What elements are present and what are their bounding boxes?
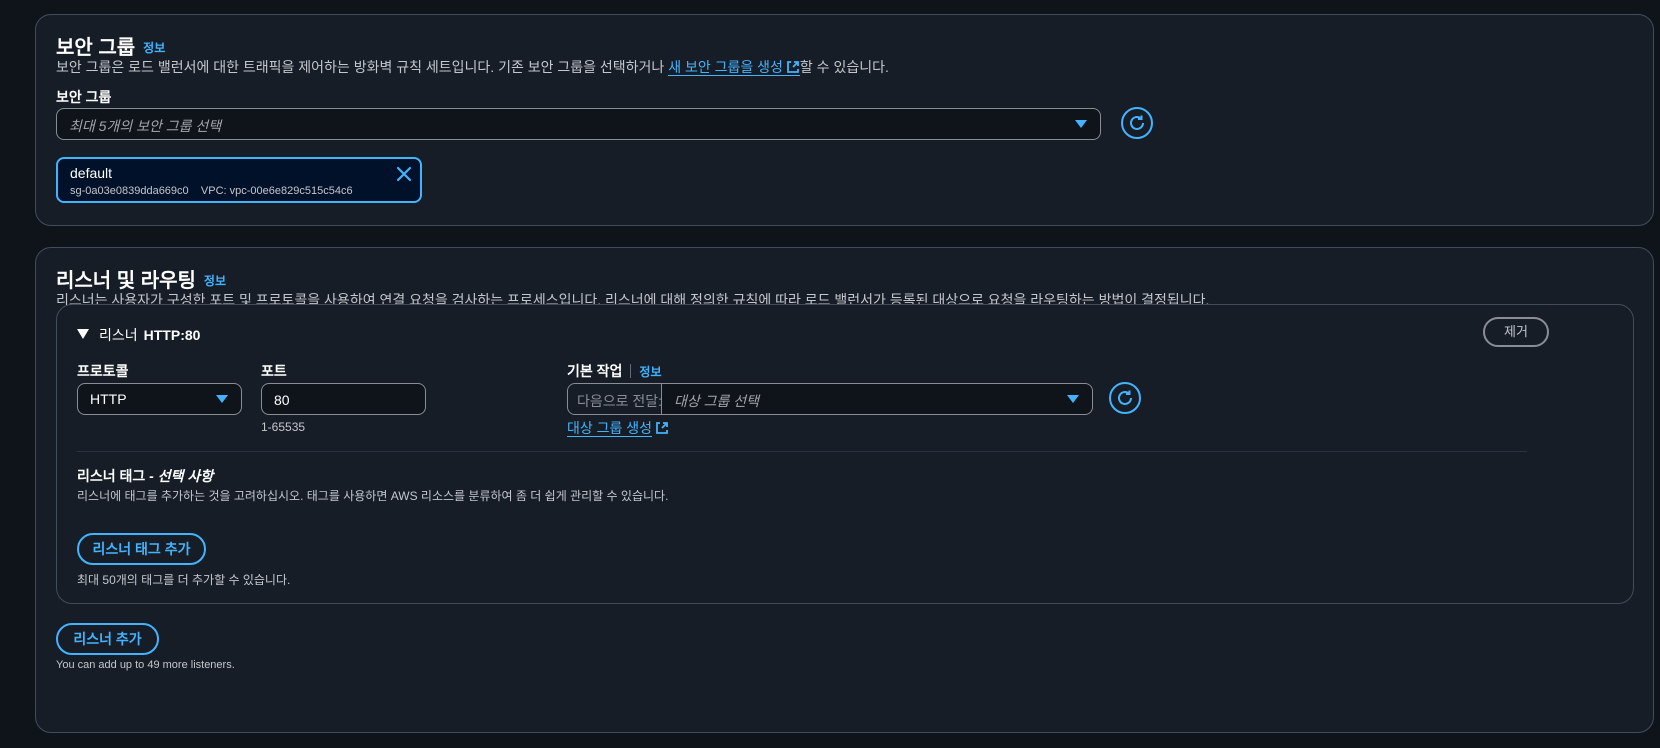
protocol-label: 프로토콜	[77, 363, 129, 379]
listener-tags-title-text: 리스너 태그 -	[77, 468, 158, 484]
target-group-placeholder: 대상 그룹 선택	[674, 393, 760, 409]
port-label: 포트	[261, 363, 287, 379]
listener-card: 리스너 HTTP:80 제거 프로토콜 HTTP 포트 80 1-65535 기본…	[56, 304, 1634, 604]
create-target-group-link[interactable]: 대상 그룹 생성	[567, 418, 669, 438]
protocol-value: HTTP	[90, 391, 127, 407]
default-action-label: 기본 작업	[567, 363, 623, 379]
label-separator	[630, 364, 632, 378]
create-target-group-link-text: 대상 그룹 생성	[567, 420, 653, 437]
default-action-label-row: 기본 작업 정보	[567, 361, 662, 381]
tag-limit-hint: 최대 50개의 태그를 더 추가할 수 있습니다.	[77, 573, 291, 587]
port-input[interactable]: 80	[261, 383, 426, 415]
security-group-panel: 보안 그룹 정보 보안 그룹은 로드 밸런서에 대한 트래픽을 제어하는 방화벽 …	[35, 14, 1654, 226]
token-meta: sg-0a03e0839dda669c0 VPC: vpc-00e6e829c5…	[70, 185, 353, 197]
security-group-select-placeholder: 최대 5개의 보안 그룹 선택	[69, 118, 222, 134]
listener-limit-hint: You can add up to 49 more listeners.	[56, 659, 235, 671]
listener-expander[interactable]: 리스너 HTTP:80	[77, 325, 200, 345]
listener-expander-value: HTTP:80	[143, 327, 201, 343]
listeners-title: 리스너 및 라우팅	[56, 270, 196, 292]
token-sg-id: sg-0a03e0839dda669c0	[70, 185, 189, 197]
create-security-group-link[interactable]: 새 보안 그룹을 생성	[668, 59, 800, 76]
target-group-select[interactable]: 다음으로 전달: 대상 그룹 선택	[567, 383, 1093, 415]
add-listener-button[interactable]: 리스너 추가	[56, 623, 159, 655]
listeners-info-link[interactable]: 정보	[204, 274, 226, 288]
listener-tags-optional: 선택 사항	[157, 468, 214, 484]
external-link-icon	[787, 61, 799, 73]
caret-down-icon	[1067, 395, 1079, 403]
listener-expander-label: 리스너	[99, 327, 138, 343]
security-group-title: 보안 그룹	[56, 37, 136, 59]
listeners-heading: 리스너 및 라우팅 정보	[56, 264, 226, 293]
caret-down-icon	[1075, 120, 1087, 128]
listener-tags-description: 리스너에 태그를 추가하는 것을 고려하십시오. 태그를 사용하면 AWS 리소…	[77, 489, 669, 503]
external-link-icon	[656, 422, 668, 434]
token-vpc: VPC: vpc-00e6e829c515c54c6	[200, 185, 353, 197]
close-icon[interactable]	[396, 166, 412, 182]
security-group-description: 보안 그룹은 로드 밸런서에 대한 트래픽을 제어하는 방화벽 규칙 세트입니다…	[56, 57, 889, 77]
token-name: default	[70, 165, 113, 181]
add-listener-tag-button[interactable]: 리스너 태그 추가	[77, 533, 206, 565]
port-value: 80	[274, 392, 290, 408]
description-text: 보안 그룹은 로드 밸런서에 대한 트래픽을 제어하는 방화벽 규칙 세트입니다…	[56, 59, 669, 75]
forward-prefix: 다음으로 전달:	[577, 393, 663, 409]
security-group-field-label: 보안 그룹	[56, 89, 112, 105]
security-group-select[interactable]: 최대 5개의 보안 그룹 선택	[56, 108, 1101, 140]
security-group-heading: 보안 그룹 정보	[56, 31, 165, 60]
default-action-info-link[interactable]: 정보	[639, 365, 661, 379]
refresh-target-groups-button[interactable]	[1109, 382, 1141, 414]
listeners-routing-panel: 리스너 및 라우팅 정보 리스너는 사용자가 구성한 포트 및 프로토콜을 사용하…	[35, 247, 1654, 733]
expand-triangle-icon	[77, 329, 89, 339]
port-range-hint: 1-65535	[261, 420, 306, 434]
caret-down-icon	[216, 395, 228, 403]
remove-listener-button[interactable]: 제거	[1483, 317, 1549, 347]
description-text-end: 할 수 있습니다.	[799, 59, 889, 75]
listener-tags-title: 리스너 태그 - 선택 사항	[77, 466, 213, 486]
refresh-security-groups-button[interactable]	[1121, 107, 1153, 139]
security-group-info-link[interactable]: 정보	[143, 41, 165, 55]
refresh-icon	[1130, 115, 1144, 130]
forward-prefix-box: 다음으로 전달:	[568, 384, 662, 414]
protocol-select[interactable]: HTTP	[77, 383, 242, 415]
selected-security-group-token: default sg-0a03e0839dda669c0 VPC: vpc-00…	[56, 157, 422, 203]
refresh-icon	[1118, 390, 1132, 405]
section-divider	[77, 451, 1527, 452]
